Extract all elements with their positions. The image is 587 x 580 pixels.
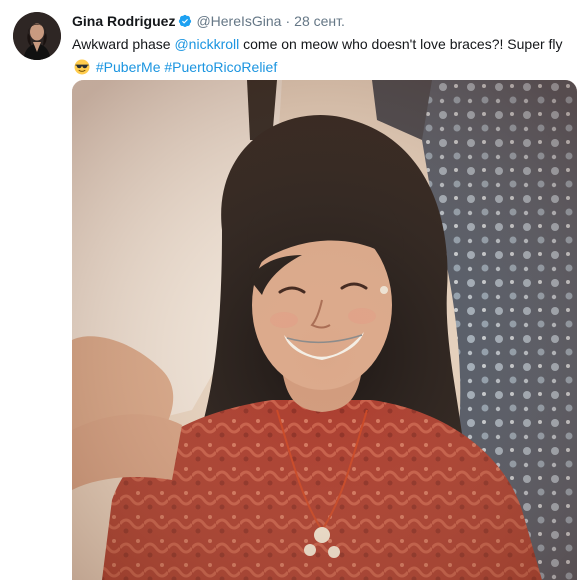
tweet-header: Gina Rodriguez @HereIsGina · 28 сент. <box>72 11 345 31</box>
verified-badge-icon <box>178 14 192 28</box>
tweet: Gina Rodriguez @HereIsGina · 28 сент. Aw… <box>0 0 587 580</box>
hashtag-puertoricorelief[interactable]: #PuertoRicoRelief <box>164 59 277 75</box>
tweet-photo[interactable] <box>72 80 577 580</box>
header-separator: · <box>285 13 291 29</box>
tweet-timestamp[interactable]: 28 сент. <box>294 11 345 31</box>
author-handle[interactable]: @HereIsGina <box>196 11 281 31</box>
tweet-text-part2: come on meow who doesn't love braces?! S… <box>239 36 563 52</box>
tweet-text: Awkward phase @nickkroll come on meow wh… <box>72 33 572 79</box>
author-name[interactable]: Gina Rodriguez <box>72 11 175 31</box>
hashtag-puberme[interactable]: #PuberMe <box>96 59 161 75</box>
mention-link[interactable]: @nickkroll <box>174 36 239 52</box>
tweet-text-part1: Awkward phase <box>72 36 175 52</box>
author-avatar[interactable] <box>13 12 61 60</box>
sunglasses-emoji-icon <box>74 59 90 75</box>
